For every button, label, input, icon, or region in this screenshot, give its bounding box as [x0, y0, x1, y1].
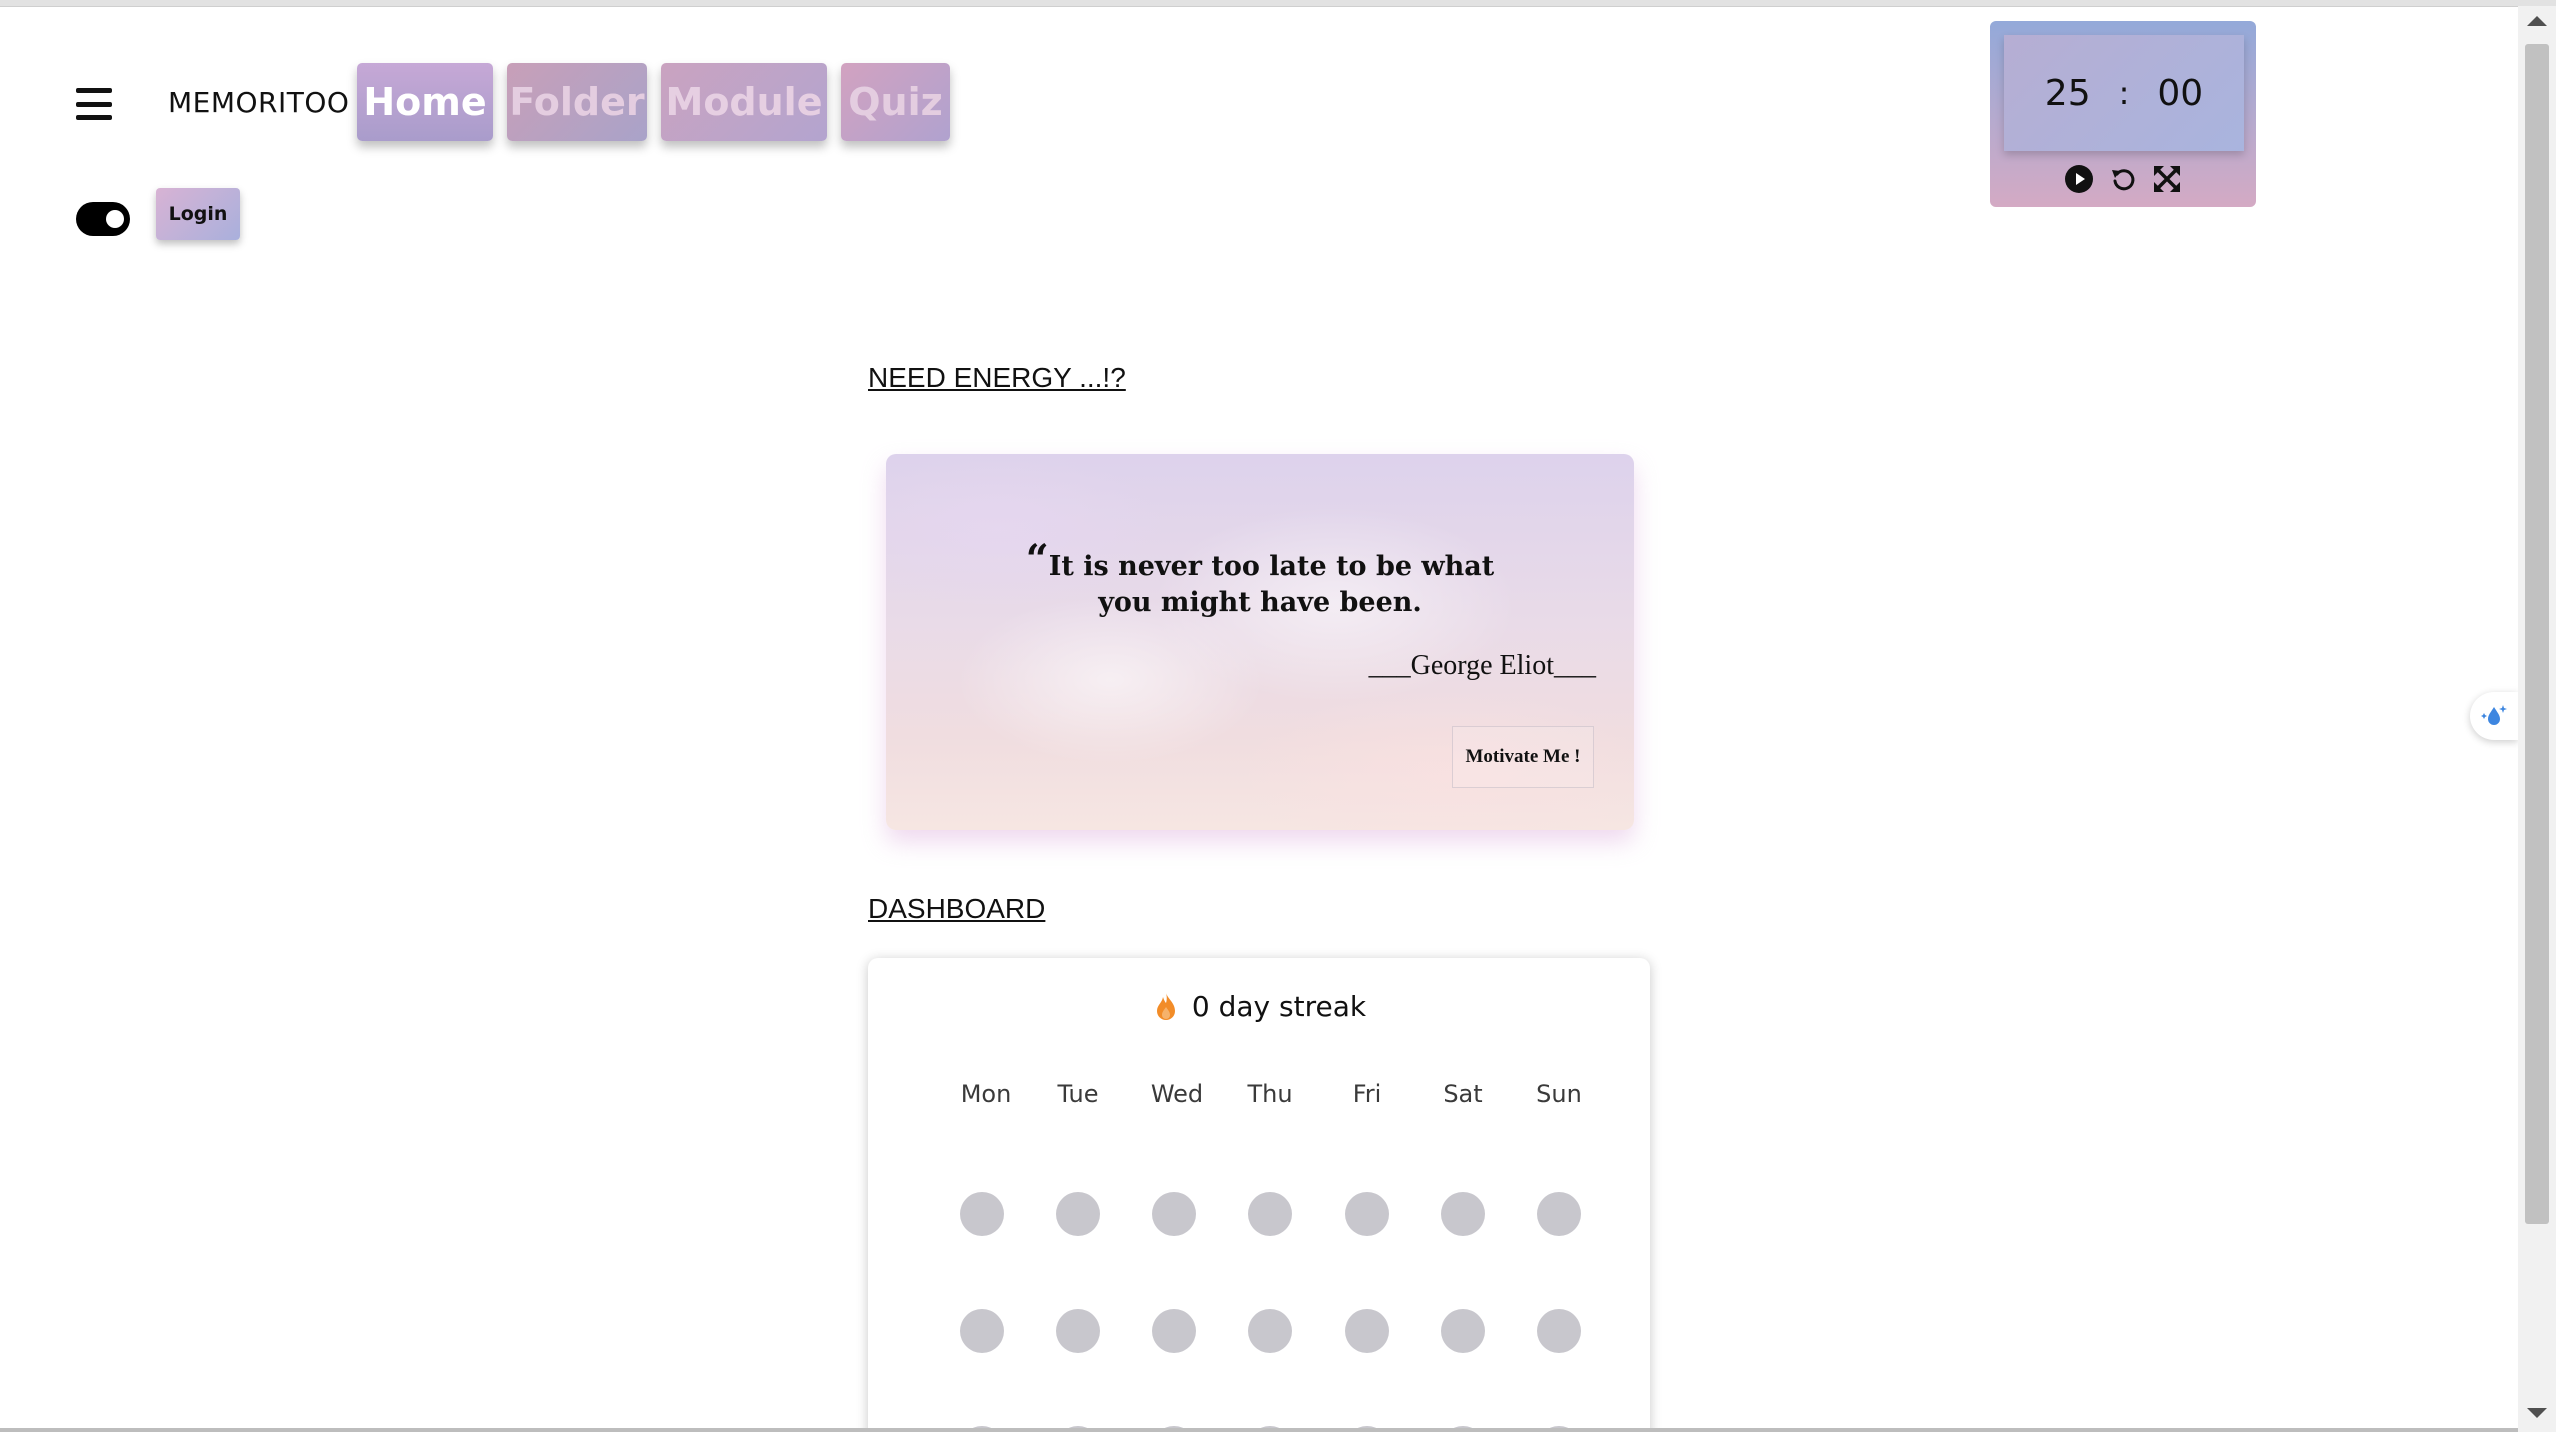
- timer-separator: :: [2118, 74, 2130, 112]
- assistant-widget-icon[interactable]: [2470, 692, 2518, 740]
- login-button[interactable]: Login: [156, 188, 240, 240]
- streak-day-dot: [1537, 1309, 1581, 1353]
- page: MEMORITOO Home Folder Module Quiz Login …: [0, 0, 2556, 1432]
- streak-day-dot: [960, 1309, 1004, 1353]
- quote-mark: “: [1025, 536, 1049, 583]
- timer-minutes: 25: [2044, 72, 2091, 114]
- nav-home-button[interactable]: Home: [357, 63, 493, 141]
- day-header-thu: Thu: [1247, 1080, 1293, 1108]
- scroll-down-arrow-icon[interactable]: [2527, 1408, 2547, 1418]
- brand-name: MEMORITOO: [168, 86, 350, 119]
- quote-author: ___George Eliot___: [1368, 650, 1596, 681]
- streak-day-dot: [1441, 1309, 1485, 1353]
- dashboard-heading[interactable]: DASHBOARD: [868, 893, 1045, 925]
- energy-heading[interactable]: NEED ENERGY ...!?: [868, 362, 1126, 394]
- theme-toggle[interactable]: [76, 202, 130, 236]
- streak-day-dot: [1152, 1192, 1196, 1236]
- timer-display: 25 : 00: [2004, 35, 2244, 151]
- hamburger-menu-icon[interactable]: [76, 88, 112, 120]
- fire-icon: [1152, 991, 1180, 1023]
- streak-day-dot: [1345, 1192, 1389, 1236]
- streak-day-dot: [1441, 1192, 1485, 1236]
- day-header-wed: Wed: [1150, 1080, 1204, 1108]
- quote-body: It is never too late to be what you migh…: [1048, 551, 1495, 618]
- scrollbar-thumb[interactable]: [2525, 44, 2549, 1224]
- play-icon[interactable]: [2064, 164, 2094, 194]
- day-header-sun: Sun: [1536, 1080, 1582, 1108]
- vertical-scrollbar[interactable]: [2518, 6, 2556, 1432]
- streak-day-dot: [1345, 1309, 1389, 1353]
- streak-day-dot: [1537, 1192, 1581, 1236]
- streak-day-dot: [1248, 1309, 1292, 1353]
- quote-card: “It is never too late to be what you mig…: [886, 454, 1634, 830]
- day-header-mon: Mon: [960, 1080, 1012, 1108]
- streak-day-dot: [1056, 1309, 1100, 1353]
- reset-icon[interactable]: [2108, 164, 2138, 194]
- streak-day-dot: [960, 1192, 1004, 1236]
- motivate-me-button[interactable]: Motivate Me !: [1452, 726, 1594, 788]
- scroll-up-arrow-icon[interactable]: [2527, 16, 2547, 26]
- toggle-knob: [106, 210, 124, 228]
- streak-counter: 0 day streak: [868, 990, 1650, 1023]
- streak-day-dot: [1152, 1309, 1196, 1353]
- quote-text: “It is never too late to be what you mig…: [1006, 540, 1514, 621]
- streak-day-dot: [1248, 1192, 1292, 1236]
- browser-top-border: [0, 0, 2556, 7]
- nav-folder-button[interactable]: Folder: [507, 63, 647, 141]
- fullscreen-icon[interactable]: [2152, 164, 2182, 194]
- timer-controls: [1990, 161, 2256, 197]
- streak-text: 0 day streak: [1191, 990, 1367, 1023]
- day-header-tue: Tue: [1057, 1080, 1099, 1108]
- pomodoro-timer: 25 : 00: [1990, 21, 2256, 207]
- nav-module-button[interactable]: Module: [661, 63, 827, 141]
- streak-day-dot: [1056, 1192, 1100, 1236]
- timer-seconds: 00: [2157, 72, 2204, 114]
- nav-quiz-button[interactable]: Quiz: [841, 63, 950, 141]
- day-header-fri: Fri: [1352, 1080, 1382, 1108]
- day-header-sat: Sat: [1443, 1080, 1483, 1108]
- streak-dashboard-card: 0 day streak Mon Tue Wed Thu Fri Sat Sun: [868, 958, 1650, 1432]
- browser-bottom-border: [0, 1428, 2518, 1432]
